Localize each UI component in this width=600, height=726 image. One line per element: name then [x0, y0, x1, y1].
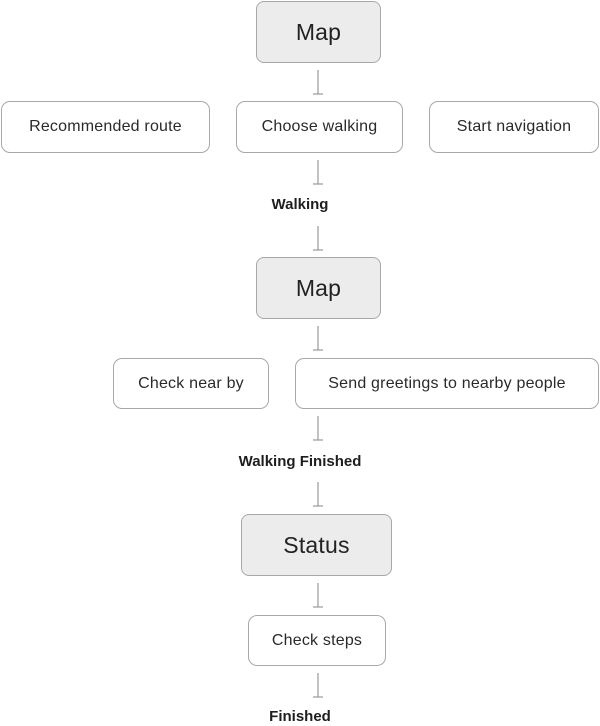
action-start-navigation-label: Start navigation	[456, 118, 572, 135]
action-send-greetings: Send greetings to nearby people	[295, 358, 599, 409]
stage-walking-finished: Walking Finished	[238, 453, 362, 470]
screen-map-walking: Map	[256, 257, 381, 319]
action-send-greetings-label: Send greetings to nearby people	[328, 374, 566, 392]
flow-diagram: Map Recommended route Choose walking Sta…	[0, 0, 600, 726]
action-choose-walking-label: Choose walking	[261, 118, 378, 135]
stage-finished: Finished	[269, 708, 331, 725]
action-check-steps-label: Check steps	[271, 631, 363, 649]
connector-status-to-check-steps	[313, 583, 323, 608]
action-recommended-route-label: Recommended route	[29, 118, 182, 135]
connector-actions-to-walking-finished	[313, 416, 323, 441]
connector-walking-to-map	[313, 226, 323, 251]
connector-walking-finished-to-status	[313, 482, 323, 507]
connector-actions-to-walking	[313, 160, 323, 185]
screen-map-walking-label: Map	[295, 274, 342, 301]
connector-map-to-nearby-actions	[313, 326, 323, 351]
action-check-steps: Check steps	[248, 615, 386, 666]
screen-status: Status	[241, 514, 392, 576]
action-check-near-by: Check near by	[113, 358, 269, 409]
connector-check-steps-to-finished	[313, 673, 323, 698]
action-recommended-route: Recommended route	[1, 101, 210, 153]
connector-map-to-actions	[313, 70, 323, 95]
screen-status-label: Status	[283, 531, 350, 558]
action-start-navigation: Start navigation	[429, 101, 599, 153]
screen-map-top: Map	[256, 1, 381, 63]
stage-walking: Walking	[271, 196, 329, 213]
action-check-near-by-label: Check near by	[138, 374, 244, 392]
action-choose-walking: Choose walking	[236, 101, 403, 153]
screen-map-top-label: Map	[295, 18, 342, 45]
